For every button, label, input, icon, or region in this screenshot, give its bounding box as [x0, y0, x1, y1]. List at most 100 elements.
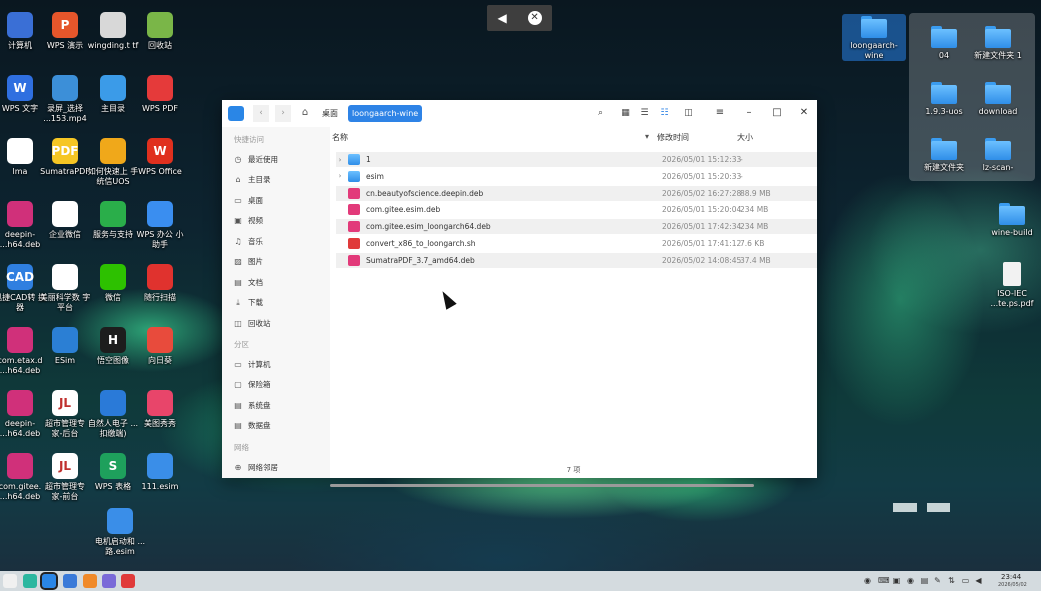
table-row[interactable]: com.gitee.esim_loongarch64.deb 2026/05/01… — [336, 219, 817, 235]
desktop-icon[interactable]: 自然人电子 ...扣缴端) — [87, 390, 139, 439]
trash-icon: ◫ — [234, 318, 242, 328]
disk-tray-icon[interactable]: ▤ — [920, 576, 929, 585]
sidebar-item[interactable]: ▨ 图片 — [233, 254, 325, 270]
desktop-icon[interactable]: 服务与支持 — [87, 201, 139, 240]
desktop-icon[interactable]: H 悟空图像 — [87, 327, 139, 366]
sidebar-item[interactable]: ▤ 系统盘 — [233, 397, 325, 413]
desktop-icon[interactable]: 主目录 — [87, 75, 139, 114]
column-header-modified[interactable]: 修改时间 — [657, 132, 689, 143]
desktop-icon[interactable]: JL 超市管理专 家-后台 — [39, 390, 91, 439]
sidebar-item[interactable]: ▭ 桌面 — [233, 192, 325, 208]
table-row[interactable]: com.gitee.esim.deb 2026/05/01 15:20:04 234… — [336, 202, 817, 217]
table-row[interactable]: › 1 2026/05/01 15:12:33- — [336, 152, 817, 167]
folder-file-icon — [348, 154, 360, 165]
table-row[interactable]: SumatraPDF_3.7_amd64.deb 2026/05/02 14:08… — [336, 252, 817, 268]
desktop-icon[interactable]: W WPS Office — [134, 138, 186, 177]
flag-icon[interactable]: ◀ — [497, 11, 506, 25]
minimize-button[interactable]: – — [743, 107, 755, 119]
menu-icon[interactable]: ≡ — [714, 107, 726, 119]
column-header-size[interactable]: 大小 — [737, 132, 753, 143]
desktop-icon[interactable]: 随行扫描 — [134, 264, 186, 303]
pen-icon[interactable]: ✎ — [933, 576, 942, 585]
table-row[interactable]: convert_x86_to_loongarch.sh 2026/05/01 17… — [336, 236, 817, 251]
sort-down-icon[interactable]: ▾ — [645, 132, 649, 141]
display-icon[interactable]: ▭ — [961, 576, 970, 585]
volume-icon[interactable]: ◀ — [974, 576, 983, 585]
breadcrumb-current[interactable]: loongaarch-wine — [348, 105, 423, 122]
desktop-icon[interactable]: wingding.t tf — [87, 12, 139, 51]
sidebar-item[interactable]: ▭ 计算机 — [233, 356, 325, 372]
desktop-icon[interactable]: ESim — [39, 327, 91, 366]
expand-caret-icon[interactable]: › — [336, 156, 344, 164]
keyboard-icon[interactable]: ⌨ — [878, 576, 890, 585]
list-view-icon[interactable]: ☰ — [639, 108, 650, 119]
desktop-folder[interactable]: lz-scan- — [966, 136, 1030, 173]
input-method-icon[interactable]: ◉ — [863, 576, 872, 585]
sidebar-item[interactable]: ⌂ 主目录 — [233, 172, 325, 188]
sidebar-item[interactable]: ⊕ 网络邻居 — [233, 459, 325, 475]
close-button[interactable]: ✕ — [798, 107, 810, 119]
desktop-icon-label: ISO-IEC ...te.ps.pdf — [990, 289, 1034, 308]
desktop-icon[interactable]: P WPS 演示 — [39, 12, 91, 51]
close-circle-icon[interactable]: ✕ — [527, 11, 542, 25]
desktop-file-iso-pdf[interactable]: ISO-IEC ...te.ps.pdf — [980, 262, 1041, 309]
desktop-icon[interactable]: JL 超市管理专 家-前台 — [39, 453, 91, 502]
settings-icon[interactable] — [102, 574, 116, 588]
desktop-icon[interactable]: 111.esim — [134, 453, 186, 492]
column-header-name[interactable]: 名称 — [332, 132, 348, 143]
desktop-folder-wine-build[interactable]: wine-build — [980, 201, 1041, 238]
home-icon[interactable]: ⌂ — [298, 106, 312, 120]
desktop-icon[interactable]: 企业微信 — [39, 201, 91, 240]
desktop-icon[interactable]: 美图秀秀 — [134, 390, 186, 429]
sidebar-item[interactable]: ▢ 保险箱 — [233, 377, 325, 393]
forward-button[interactable]: › — [275, 105, 291, 122]
app-icon — [7, 327, 33, 353]
desktop-folder[interactable]: download — [966, 80, 1030, 117]
launcher-icon[interactable] — [3, 574, 17, 588]
desktop-folder-loongaarch-wine[interactable]: loongaarch-wine — [842, 14, 906, 61]
app-icon — [7, 453, 33, 479]
sidebar-item[interactable]: ⤓ 下载 — [233, 295, 325, 311]
breadcrumb-desktop[interactable]: 桌面 — [318, 105, 342, 122]
browser-icon[interactable] — [63, 574, 77, 588]
file-manager-icon[interactable] — [40, 572, 58, 590]
record-icon[interactable]: ◉ — [906, 576, 915, 585]
desktop-icon[interactable]: 回收站 — [134, 12, 186, 51]
horizontal-scrollbar[interactable] — [330, 484, 754, 487]
app-store-icon[interactable] — [83, 574, 97, 588]
desktop-icon[interactable]: PDF SumatraPDF — [39, 138, 91, 177]
search-icon[interactable]: ⌕ — [595, 108, 606, 119]
clipboard-icon[interactable]: ▣ — [892, 576, 901, 585]
multitask-icon[interactable] — [23, 574, 37, 588]
app-icon — [52, 264, 78, 290]
desktop-icon[interactable]: WPS PDF — [134, 75, 186, 114]
desktop-icon[interactable]: 美丽科学数 字平台 — [39, 264, 91, 313]
tree-view-icon[interactable]: ☷ — [659, 108, 670, 119]
file-modified: 2026/05/02 14:08:45 — [662, 255, 742, 265]
sidebar-item[interactable]: ▤ 文档 — [233, 274, 325, 290]
desktop-icon[interactable]: 向日葵 — [134, 327, 186, 366]
sidebar-item[interactable]: ◫ 回收站 — [233, 315, 325, 331]
maximize-button[interactable]: □ — [771, 107, 783, 119]
grid-view-icon[interactable]: ▦ — [620, 108, 631, 119]
sidebar-item[interactable]: ▤ 数据盘 — [233, 418, 325, 434]
sidebar-item[interactable]: ▣ 视频 — [233, 213, 325, 229]
desktop-icon-label: 自然人电子 ...扣缴端) — [87, 419, 139, 438]
sidebar-item[interactable]: ♫ 音乐 — [233, 233, 325, 249]
clock-time[interactable]: 23:44 — [1001, 573, 1021, 581]
sidebar-item[interactable]: ◷ 最近使用 — [233, 151, 325, 167]
back-button[interactable]: ‹ — [253, 105, 269, 122]
desktop-icon[interactable]: 录屏_选择 ...153.mp4 — [39, 75, 91, 124]
desktop-icon[interactable]: 电机启动和 ...路.esim — [94, 508, 146, 557]
desktop-icon[interactable]: S WPS 表格 — [87, 453, 139, 492]
desktop-icon[interactable]: 如何快速上 手统信UOS — [87, 138, 139, 187]
table-row[interactable]: › esim 2026/05/01 15:20:33- — [336, 169, 817, 184]
expand-caret-icon[interactable]: › — [336, 172, 344, 180]
detail-panel-icon[interactable]: ◫ — [683, 108, 694, 119]
network-tray-icon[interactable]: ⇅ — [947, 576, 956, 585]
desktop-icon[interactable]: 微信 — [87, 264, 139, 303]
desktop-folder[interactable]: 新建文件夹 1 — [966, 24, 1030, 61]
desktop-icon[interactable]: WPS 办公 小助手 — [134, 201, 186, 250]
table-row[interactable]: cn.beautyofscience.deepin.deb 2026/05/02 … — [336, 185, 817, 201]
pdf-reader-icon[interactable] — [121, 574, 135, 588]
